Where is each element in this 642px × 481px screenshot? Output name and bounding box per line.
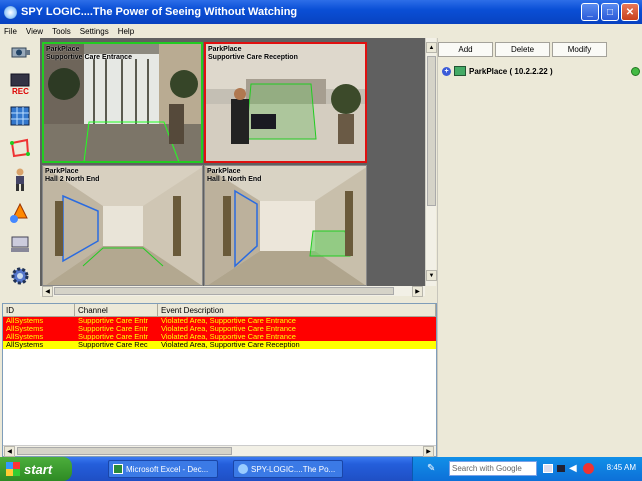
camera-site-label: ParkPlace: [46, 46, 80, 53]
scroll-up-arrow-icon[interactable]: ▲: [426, 42, 437, 53]
close-button[interactable]: ✕: [621, 3, 639, 21]
menu-help[interactable]: Help: [118, 27, 134, 36]
event-row[interactable]: AllSystems Supportive Care Entr Violated A…: [3, 325, 436, 333]
camera-site-label: ParkPlace: [45, 168, 79, 175]
event-cell-channel: Supportive Care Rec: [78, 341, 148, 349]
tray-volume-icon[interactable]: ◀: [569, 463, 577, 474]
google-search-input[interactable]: Search with Google: [449, 461, 537, 476]
camera-feed-hall2[interactable]: ParkPlace Hall 2 North End: [42, 165, 203, 286]
event-cell-channel: Supportive Care Entr: [78, 333, 149, 341]
left-toolbar: REC: [0, 38, 40, 292]
scroll-left-arrow-icon[interactable]: ◀: [4, 446, 15, 457]
camera-channel-label: Hall 2 North End: [45, 176, 100, 183]
camera-channel-label: Supportive Care Entrance: [46, 54, 132, 61]
event-log-body: AllSystems Supportive Care Entr Violated A…: [3, 317, 436, 349]
camera-settings-icon[interactable]: [8, 40, 32, 64]
video-vertical-scrollbar[interactable]: ▲ ▼: [425, 38, 437, 286]
camera-feed-hall1[interactable]: ParkPlace Hall 1 North End: [204, 165, 367, 286]
minimize-button[interactable]: _: [581, 3, 599, 21]
camera-feed-entrance[interactable]: ParkPlace Supportive Care Entrance: [42, 42, 203, 163]
event-cell-id: AllSystems: [6, 341, 44, 349]
event-cell-channel: Supportive Care Entr: [78, 325, 149, 333]
event-cell-desc: Violated Area, Supportive Care Reception: [161, 341, 300, 349]
alarm-icon[interactable]: [8, 200, 32, 224]
computer-icon: [454, 66, 466, 76]
event-row[interactable]: AllSystems Supportive Care Entr Violated A…: [3, 317, 436, 325]
event-cell-id: AllSystems: [6, 317, 44, 325]
device-label: ParkPlace ( 10.2.2.22 ): [469, 66, 553, 76]
device-tree-item[interactable]: + ParkPlace ( 10.2.2.22 ): [442, 65, 640, 77]
event-log: ID Channel Event Description AllSystems S…: [2, 303, 437, 457]
event-cell-desc: Violated Area, Supportive Care Entrance: [161, 325, 296, 333]
column-header-id[interactable]: ID: [3, 304, 75, 316]
event-cell-channel: Supportive Care Entr: [78, 317, 149, 325]
spylogic-icon: [238, 464, 248, 474]
add-button[interactable]: Add: [438, 42, 493, 57]
scroll-down-arrow-icon[interactable]: ▼: [426, 270, 437, 281]
menu-settings[interactable]: Settings: [80, 27, 109, 36]
system-tray: ✎ Search with Google ◀ 8:45 AM: [412, 457, 642, 481]
title-bar: SPY LOGIC....The Power of Seeing Without…: [0, 0, 642, 24]
column-header-channel[interactable]: Channel: [75, 304, 158, 316]
camera-channel-label: Supportive Care Reception: [208, 54, 298, 61]
taskbar-item-excel[interactable]: Microsoft Excel - Dec...: [108, 460, 218, 478]
camera-channel-label: Hall 1 North End: [207, 176, 262, 183]
event-row[interactable]: AllSystems Supportive Care Rec Violated Ar…: [3, 341, 436, 349]
event-cell-id: AllSystems: [6, 333, 44, 341]
camera-feed-reception[interactable]: ParkPlace Supportive Care Reception: [204, 42, 367, 163]
video-horizontal-scrollbar[interactable]: ◀ ▶: [40, 286, 425, 297]
start-button[interactable]: start: [0, 457, 72, 481]
hscroll-thumb[interactable]: [54, 287, 394, 295]
network-icon[interactable]: [8, 232, 32, 256]
clock: 8:45 AM: [606, 463, 636, 472]
taskbar-item-spylogic[interactable]: SPY-LOGIC....The Po...: [233, 460, 343, 478]
event-cell-desc: Violated Area, Supportive Care Entrance: [161, 317, 296, 325]
svg-text:REC: REC: [12, 87, 29, 95]
grid-view-icon[interactable]: [8, 104, 32, 128]
status-ok-icon: [631, 66, 640, 76]
start-label: start: [24, 461, 53, 477]
scroll-thumb[interactable]: [427, 56, 436, 206]
tray-security-icon[interactable]: [583, 463, 594, 474]
maximize-button[interactable]: □: [601, 3, 619, 21]
delete-button[interactable]: Delete: [495, 42, 550, 57]
windows-logo-icon: [6, 462, 20, 476]
event-row[interactable]: AllSystems Supportive Care Entr Violated A…: [3, 333, 436, 341]
gear-icon[interactable]: [8, 264, 32, 288]
tray-tool-icon[interactable]: ✎: [427, 463, 435, 474]
taskbar: start Microsoft Excel - Dec... SPY-LOGIC…: [0, 457, 642, 481]
taskbar-item-label: SPY-LOGIC....The Po...: [251, 464, 336, 474]
device-panel: Add Delete Modify + ParkPlace ( 10.2.2.2…: [437, 38, 642, 457]
event-log-header: ID Channel Event Description: [3, 304, 436, 317]
tray-display-icon[interactable]: [557, 465, 565, 472]
scroll-right-arrow-icon[interactable]: ▶: [423, 446, 434, 457]
app-eye-icon: [4, 5, 17, 19]
record-icon[interactable]: REC: [8, 72, 32, 96]
menu-file[interactable]: File: [4, 27, 17, 36]
scroll-right-arrow-icon[interactable]: ▶: [412, 286, 423, 297]
event-cell-id: AllSystems: [6, 325, 44, 333]
window-title: SPY LOGIC....The Power of Seeing Without…: [21, 6, 298, 18]
menu-tools[interactable]: Tools: [52, 27, 71, 36]
column-header-event-description[interactable]: Event Description: [158, 304, 436, 316]
menu-view[interactable]: View: [26, 27, 43, 36]
tray-network-icon[interactable]: [543, 464, 553, 473]
event-cell-desc: Violated Area, Supportive Care Entrance: [161, 333, 296, 341]
excel-icon: [113, 464, 123, 474]
person-icon[interactable]: [8, 168, 32, 192]
camera-site-label: ParkPlace: [207, 168, 241, 175]
modify-button[interactable]: Modify: [552, 42, 607, 57]
taskbar-item-label: Microsoft Excel - Dec...: [126, 464, 209, 474]
camera-site-label: ParkPlace: [208, 46, 242, 53]
hscroll-thumb[interactable]: [17, 447, 232, 455]
menu-bar: File View Tools Settings Help: [0, 24, 642, 38]
scroll-left-arrow-icon[interactable]: ◀: [42, 286, 53, 297]
expand-icon[interactable]: +: [442, 66, 451, 76]
region-draw-icon[interactable]: [8, 136, 32, 160]
event-log-scrollbar[interactable]: ◀ ▶: [3, 445, 436, 457]
video-grid: ParkPlace Supportive Care Entrance ParkPl…: [40, 38, 425, 286]
